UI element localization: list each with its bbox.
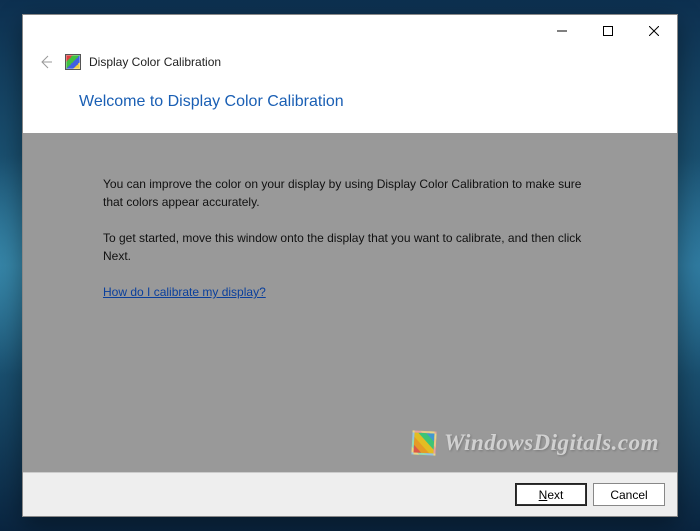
footer: Next Cancel <box>23 472 677 516</box>
watermark-text: WindowsDigitals.com <box>444 426 659 461</box>
next-button[interactable]: Next <box>515 483 587 506</box>
close-icon <box>649 26 659 36</box>
header: Display Color Calibration <box>23 47 677 83</box>
watermark-icon <box>411 430 436 455</box>
back-button[interactable] <box>35 54 57 70</box>
intro-paragraph-1: You can improve the color on your displa… <box>103 175 597 211</box>
content-area: You can improve the color on your displa… <box>23 133 677 472</box>
watermark: WindowsDigitals.com <box>412 426 659 461</box>
minimize-icon <box>557 26 567 36</box>
maximize-button[interactable] <box>585 15 631 47</box>
maximize-icon <box>603 26 613 36</box>
calibration-window: Display Color Calibration Welcome to Dis… <box>22 14 678 517</box>
next-label-rest: ext <box>547 488 563 502</box>
page-heading: Welcome to Display Color Calibration <box>79 93 637 111</box>
back-arrow-icon <box>38 54 54 70</box>
window-controls <box>539 15 677 47</box>
cancel-button[interactable]: Cancel <box>593 483 665 506</box>
heading-area: Welcome to Display Color Calibration <box>23 83 677 133</box>
minimize-button[interactable] <box>539 15 585 47</box>
intro-paragraph-2: To get started, move this window onto th… <box>103 229 597 265</box>
help-link[interactable]: How do I calibrate my display? <box>103 285 266 299</box>
titlebar <box>23 15 677 47</box>
close-button[interactable] <box>631 15 677 47</box>
calibration-icon <box>65 54 81 70</box>
window-title: Display Color Calibration <box>89 55 221 69</box>
